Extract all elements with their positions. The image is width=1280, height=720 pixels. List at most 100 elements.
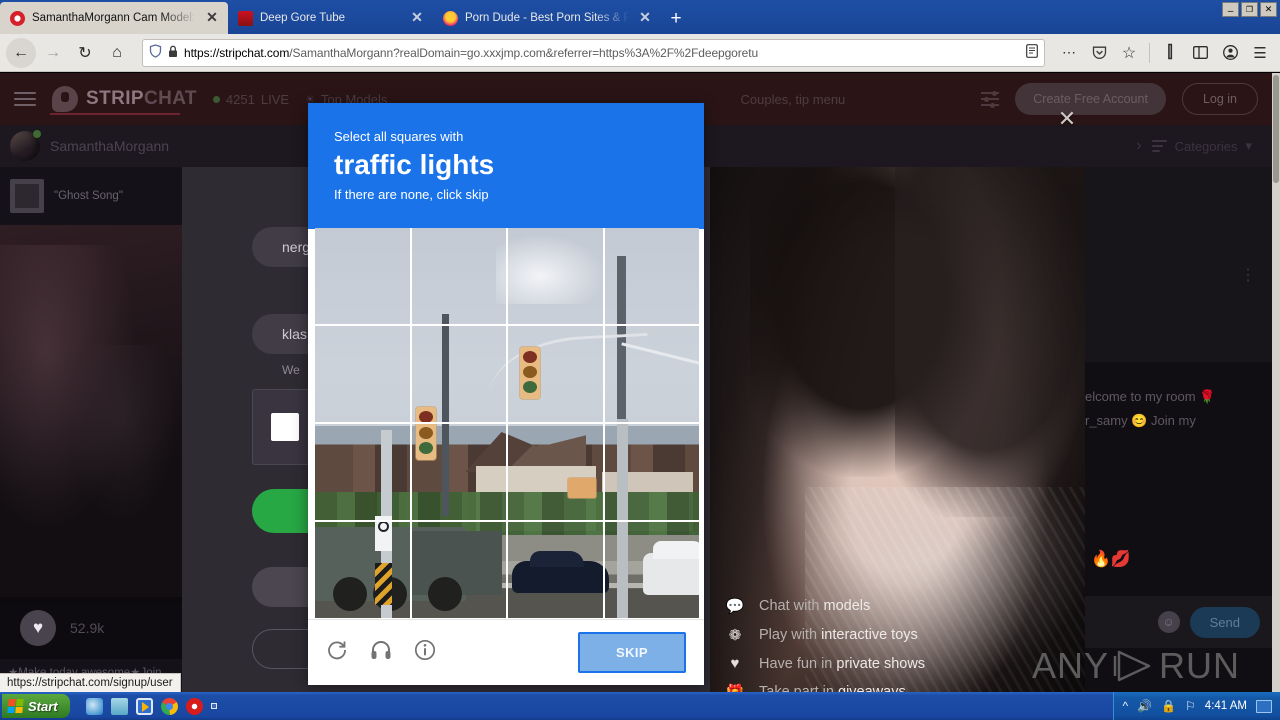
home-button[interactable]: ⌂ bbox=[102, 38, 132, 68]
chat-options-icon[interactable]: ⋮ bbox=[1240, 265, 1258, 285]
captcha-cell-4[interactable] bbox=[604, 228, 699, 324]
signup-hint: We bbox=[282, 363, 300, 377]
live-count[interactable]: 4251 LIVE bbox=[212, 92, 289, 107]
captcha-prompt-line2: If there are none, click skip bbox=[334, 187, 489, 202]
tab-title: SamanthaMorgann Cam Model: Fr bbox=[32, 12, 197, 24]
start-label: Start bbox=[28, 698, 58, 714]
list-item: 🎁 Take part in giveaways bbox=[725, 683, 1055, 692]
volume-icon[interactable]: 🔊 bbox=[1137, 699, 1152, 713]
browser-tab-3[interactable]: Porn Dude - Best Porn Sites & Free ✕ bbox=[433, 2, 661, 34]
account-icon[interactable] bbox=[1216, 39, 1244, 67]
captcha-cell-11[interactable] bbox=[508, 424, 603, 520]
window-close-button[interactable]: ✕ bbox=[1260, 2, 1277, 17]
tab-close-icon[interactable]: ✕ bbox=[409, 10, 425, 26]
page-scrollbar[interactable] bbox=[1272, 73, 1280, 692]
address-bar-text: https://stripchat.com/SamanthaMorgann?re… bbox=[184, 46, 1020, 60]
page-actions-button[interactable]: ⋯ bbox=[1055, 39, 1083, 67]
chrome-icon[interactable] bbox=[160, 697, 178, 715]
refresh-icon[interactable] bbox=[326, 639, 348, 666]
internet-explorer-icon[interactable] bbox=[85, 697, 103, 715]
emoji-picker-icon[interactable]: ☺ bbox=[1157, 611, 1180, 633]
security-icon[interactable]: 🔒 bbox=[1161, 699, 1176, 713]
captcha-cell-15[interactable] bbox=[508, 522, 603, 618]
captcha-cell-12[interactable] bbox=[604, 424, 699, 520]
nav-tip-menu[interactable]: Couples, tip menu bbox=[741, 92, 846, 107]
list-item: ❁ Play with interactive toys bbox=[725, 626, 1055, 644]
captcha-cell-14[interactable] bbox=[411, 522, 506, 618]
captcha-cell-13[interactable] bbox=[315, 522, 410, 618]
play-triangle-icon bbox=[1113, 649, 1155, 683]
sidebar-icon[interactable] bbox=[1186, 39, 1214, 67]
skip-button[interactable]: SKIP bbox=[578, 632, 686, 673]
captcha-cell-8[interactable] bbox=[604, 326, 699, 422]
login-button[interactable]: Log in bbox=[1181, 83, 1258, 115]
left-column: "Ghost Song" ♥ 52.9k ★Make today awesome… bbox=[0, 167, 182, 692]
recaptcha-checkbox[interactable] bbox=[271, 413, 299, 441]
clock[interactable]: 4:41 AM bbox=[1205, 700, 1247, 712]
firefox-taskbar-button[interactable] bbox=[210, 703, 217, 709]
browser-tab-1[interactable]: SamanthaMorgann Cam Model: Fr ✕ bbox=[0, 2, 228, 34]
captcha-cell-16[interactable] bbox=[604, 522, 699, 618]
overlay-close-icon[interactable]: ✕ bbox=[1055, 108, 1079, 132]
forward-button[interactable]: → bbox=[38, 38, 68, 68]
url-host: https://stripchat.com bbox=[184, 45, 290, 60]
now-playing-row[interactable]: "Ghost Song" bbox=[0, 167, 182, 225]
filter-settings-icon[interactable] bbox=[981, 90, 1000, 108]
captcha-dialog: Select all squares with traffic lights I… bbox=[308, 103, 704, 685]
pocket-icon[interactable] bbox=[1085, 39, 1113, 67]
perk-text: Play with interactive toys bbox=[759, 627, 918, 643]
address-bar[interactable]: https://stripchat.com/SamanthaMorgann?re… bbox=[142, 38, 1045, 67]
file-explorer-icon[interactable] bbox=[110, 697, 128, 715]
tab-favicon-stripchat bbox=[10, 10, 25, 26]
audio-headphones-icon[interactable] bbox=[370, 639, 392, 666]
send-button[interactable]: Send bbox=[1189, 606, 1260, 638]
start-button[interactable]: Start bbox=[2, 694, 70, 718]
model-chip[interactable]: SamanthaMorgann bbox=[10, 130, 169, 161]
browser-titlebar: SamanthaMorgann Cam Model: Fr ✕ Deep Gor… bbox=[0, 0, 1280, 34]
captcha-cell-7[interactable] bbox=[508, 326, 603, 422]
bookmark-star-icon[interactable]: ☆ bbox=[1115, 39, 1143, 67]
create-free-account-button[interactable]: Create Free Account bbox=[1015, 83, 1166, 115]
chat-emojis: 🔥💋 bbox=[1091, 551, 1131, 568]
captcha-cell-5[interactable] bbox=[315, 326, 410, 422]
model-video-preview[interactable] bbox=[0, 225, 182, 605]
tab-close-icon[interactable]: ✕ bbox=[637, 10, 653, 26]
captcha-cell-3[interactable] bbox=[508, 228, 603, 324]
browser-tab-2[interactable]: Deep Gore Tube ✕ bbox=[228, 2, 433, 34]
hamburger-menu-icon[interactable] bbox=[14, 92, 36, 106]
captcha-header: Select all squares with traffic lights I… bbox=[308, 103, 704, 229]
stripchat-logo[interactable]: STRIPCHAT bbox=[52, 86, 197, 112]
tab-title: Deep Gore Tube bbox=[260, 12, 346, 24]
captcha-cell-10[interactable] bbox=[411, 424, 506, 520]
library-icon[interactable]: ⫿ bbox=[1156, 39, 1184, 67]
captcha-cell-6[interactable] bbox=[411, 326, 506, 422]
tracking-shield-icon[interactable] bbox=[149, 44, 162, 61]
opera-icon[interactable] bbox=[185, 697, 203, 715]
reload-button[interactable]: ↻ bbox=[70, 38, 100, 68]
app-menu-button[interactable]: ☰ bbox=[1246, 39, 1274, 67]
show-hidden-icons-icon[interactable]: ^ bbox=[1122, 699, 1128, 713]
categories-icon bbox=[1151, 140, 1167, 152]
reader-view-icon[interactable] bbox=[1026, 44, 1038, 61]
captcha-cell-2[interactable] bbox=[411, 228, 506, 324]
heart-icon: ♥ bbox=[730, 655, 740, 672]
media-player-icon[interactable] bbox=[135, 697, 153, 715]
window-maximize-button[interactable]: ❐ bbox=[1241, 2, 1258, 17]
lock-icon[interactable] bbox=[168, 45, 178, 61]
info-icon[interactable] bbox=[414, 639, 436, 666]
new-tab-button[interactable]: + bbox=[661, 4, 691, 34]
toy-icon: ❁ bbox=[728, 627, 742, 644]
window-minimize-button[interactable]: – bbox=[1222, 2, 1239, 17]
categories-dropdown[interactable]: Categories ▾ bbox=[1151, 138, 1262, 154]
captcha-cell-1[interactable] bbox=[315, 228, 410, 324]
tab-close-icon[interactable]: ✕ bbox=[204, 10, 220, 26]
scrollbar-thumb[interactable] bbox=[1273, 75, 1279, 183]
heart-icon[interactable]: ♥ bbox=[20, 610, 56, 646]
back-button[interactable]: ← bbox=[6, 37, 36, 68]
captcha-cell-9[interactable] bbox=[315, 424, 410, 520]
captcha-image-grid bbox=[315, 228, 699, 618]
carousel-next-icon[interactable]: › bbox=[1136, 137, 1141, 155]
show-desktop-button[interactable] bbox=[1256, 699, 1272, 713]
like-count: 52.9k bbox=[70, 620, 105, 636]
network-icon[interactable]: ⚐ bbox=[1185, 699, 1196, 713]
